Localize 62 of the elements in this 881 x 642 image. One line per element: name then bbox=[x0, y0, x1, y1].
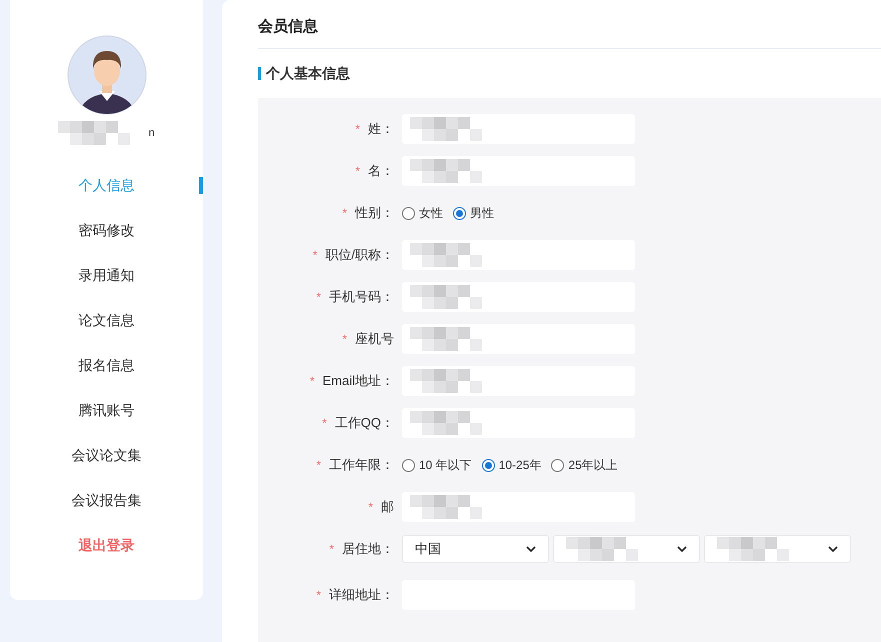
required-asterisk: * bbox=[342, 205, 347, 222]
sidebar-item[interactable]: 录用通知 bbox=[78, 265, 134, 286]
section-marker bbox=[258, 67, 261, 80]
sidebar-item[interactable]: 报名信息 bbox=[78, 355, 134, 376]
required-asterisk: * bbox=[355, 163, 360, 180]
dropdown-select[interactable]: 中国 bbox=[402, 535, 549, 563]
dropdown-select[interactable] bbox=[704, 535, 851, 563]
radio-label: 10-25年 bbox=[498, 457, 542, 474]
dropdown-select[interactable] bbox=[553, 535, 700, 563]
text-field[interactable] bbox=[402, 156, 635, 186]
chevron-down-icon bbox=[526, 546, 536, 552]
field-label: 手机号码： bbox=[329, 288, 394, 306]
radio-label: 25年以上 bbox=[568, 457, 618, 474]
section-title: 个人基本信息 bbox=[266, 64, 350, 83]
text-field[interactable] bbox=[402, 366, 635, 396]
required-asterisk: * bbox=[355, 121, 360, 138]
radio-label: 男性 bbox=[470, 205, 494, 222]
user-name: n bbox=[148, 126, 155, 141]
text-field[interactable] bbox=[402, 492, 635, 522]
sidebar-item[interactable]: 会议报告集 bbox=[72, 490, 142, 511]
required-asterisk: * bbox=[329, 541, 334, 558]
radio-button[interactable] bbox=[482, 458, 495, 472]
required-asterisk: * bbox=[316, 586, 321, 604]
select-value: 中国 bbox=[415, 540, 441, 558]
required-asterisk: * bbox=[310, 373, 314, 390]
required-asterisk: * bbox=[322, 415, 327, 432]
field-label: 名： bbox=[368, 162, 394, 180]
text-field[interactable] bbox=[402, 282, 635, 312]
required-asterisk: * bbox=[316, 457, 321, 474]
field-label: 职位/职称： bbox=[325, 246, 394, 264]
sidebar-item[interactable]: 论文信息 bbox=[78, 310, 134, 331]
radio-label: 女性 bbox=[419, 205, 443, 222]
chevron-down-icon bbox=[677, 546, 687, 552]
sidebar-item[interactable]: 腾讯账号 bbox=[78, 400, 134, 421]
required-asterisk: * bbox=[368, 499, 373, 516]
avatar-icon bbox=[66, 35, 146, 115]
chevron-down-icon bbox=[828, 546, 838, 552]
required-asterisk: * bbox=[316, 289, 321, 306]
radio-button[interactable] bbox=[402, 206, 415, 220]
page-title: 会员信息 bbox=[258, 17, 319, 37]
field-label: 工作年限： bbox=[329, 456, 394, 474]
field-label: 详细地址： bbox=[329, 586, 394, 604]
text-field[interactable] bbox=[402, 408, 635, 438]
active-indicator bbox=[199, 177, 203, 194]
field-label: 姓： bbox=[368, 120, 394, 138]
field-label: 居住地： bbox=[342, 540, 394, 558]
field-label: 座机号 bbox=[355, 330, 394, 348]
field-label: 邮 bbox=[381, 498, 394, 516]
field-label: 工作QQ： bbox=[334, 414, 394, 432]
required-asterisk: * bbox=[342, 331, 347, 348]
radio-button[interactable] bbox=[551, 458, 564, 472]
required-asterisk: * bbox=[312, 247, 318, 264]
radio-label: 10 年以下 bbox=[419, 457, 472, 474]
sidebar-item[interactable]: 密码修改 bbox=[78, 220, 134, 241]
text-field[interactable] bbox=[402, 324, 635, 354]
field-label: Email地址： bbox=[322, 372, 394, 390]
radio-button[interactable] bbox=[453, 206, 466, 220]
radio-button[interactable] bbox=[402, 458, 415, 472]
text-field[interactable] bbox=[402, 240, 635, 270]
sidebar-item[interactable]: 会议论文集 bbox=[72, 445, 142, 466]
field-label: 性别： bbox=[355, 204, 394, 222]
text-field[interactable] bbox=[402, 114, 635, 144]
